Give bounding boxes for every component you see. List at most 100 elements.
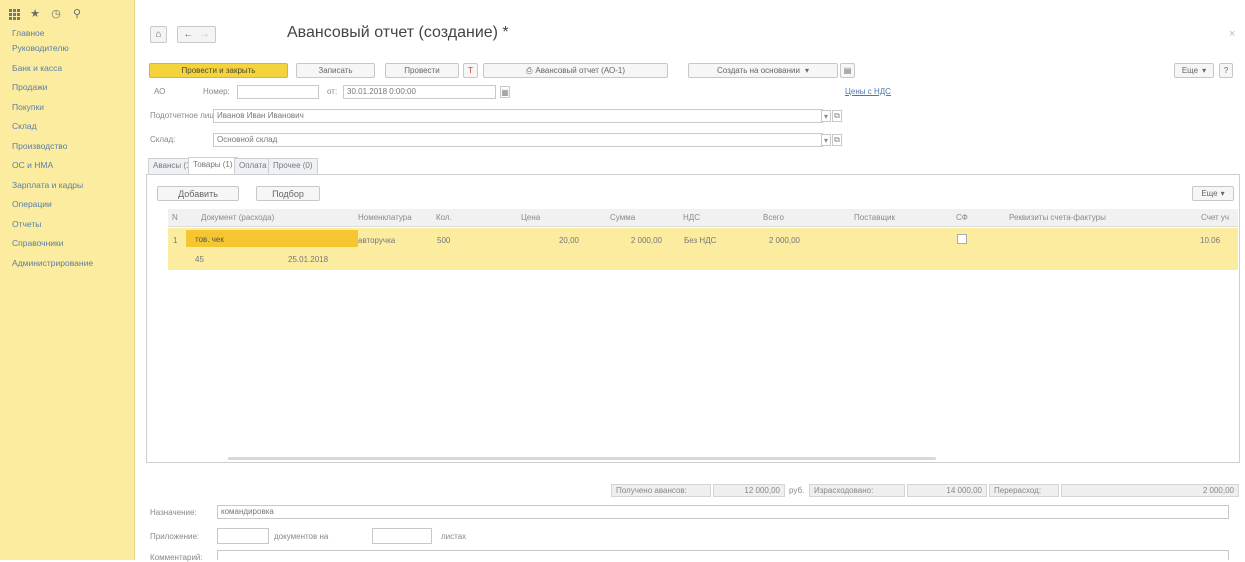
overspent-value: 2 000,00 [1061, 484, 1239, 497]
attachment-sheets-field[interactable] [372, 528, 432, 544]
person-label: Подотчетное лицо: [150, 111, 221, 120]
row-sum[interactable]: 2 000,00 [612, 236, 662, 245]
invoice-checkbox[interactable] [957, 234, 967, 244]
horizontal-scrollbar[interactable] [228, 457, 936, 460]
sidebar-item-salary-hr[interactable]: Зарплата и кадры [12, 176, 134, 196]
comment-field[interactable] [217, 550, 1229, 560]
forward-arrow-icon[interactable]: → [200, 29, 210, 40]
received-value: 12 000,00 [713, 484, 785, 497]
sidebar-item-sales[interactable]: Продажи [12, 78, 134, 98]
structure-button[interactable]: ▤ [840, 63, 855, 78]
create-based-on-label: Создать на основании [716, 66, 800, 75]
back-arrow-icon[interactable]: ← [184, 29, 194, 40]
sidebar-item-fixed-assets[interactable]: ОС и НМА [12, 156, 134, 176]
pick-button[interactable]: Подбор [256, 186, 320, 201]
print-ao1-button[interactable]: ⎙ Авансовый отчет (АО-1) [483, 63, 668, 78]
menu-grid-icon[interactable] [8, 8, 20, 20]
sidebar-item-production[interactable]: Производство [12, 137, 134, 157]
col-total[interactable]: Всего [763, 213, 784, 222]
row-number: 1 [173, 236, 178, 245]
more-button[interactable]: Еще ▾ [1174, 63, 1214, 78]
tab-other[interactable]: Прочее (0) [268, 158, 318, 174]
sidebar-item-warehouse[interactable]: Склад [12, 117, 134, 137]
dt-kt-icon: Т [468, 66, 473, 75]
person-dropdown-icon[interactable]: ▾ [821, 110, 831, 122]
table-header: N Документ (расхода) Номенклатура Кол. Ц… [168, 209, 1238, 227]
row-item[interactable]: авторучка [358, 236, 395, 245]
tab-payment[interactable]: Оплата [234, 158, 272, 174]
warehouse-dropdown-icon[interactable]: ▾ [821, 134, 831, 146]
search-icon[interactable]: ⚲ [71, 8, 83, 20]
row-doc-type[interactable]: тов. чек [195, 235, 224, 244]
chevron-down-icon: ▾ [1220, 189, 1225, 198]
home-icon: ⌂ [155, 29, 162, 40]
sidebar-item-administration[interactable]: Администрирование [12, 254, 134, 274]
spent-label: Израсходовано: [809, 484, 905, 497]
date-field[interactable]: 30.01.2018 0:00:00 [343, 85, 496, 99]
col-supplier[interactable]: Поставщик [854, 213, 895, 222]
row-doc-date[interactable]: 25.01.2018 [288, 255, 328, 264]
sidebar-item-main[interactable]: Главное [12, 27, 134, 39]
col-n[interactable]: N [172, 213, 178, 222]
col-sum[interactable]: Сумма [610, 213, 635, 222]
printer-icon: ⎙ [526, 65, 533, 75]
home-button[interactable]: ⌂ [150, 26, 167, 43]
post-and-close-button[interactable]: Провести и закрыть [149, 63, 288, 78]
favorites-star-icon[interactable]: ★ [29, 8, 41, 20]
comment-label: Комментарий: [150, 553, 203, 562]
sidebar-item-bank-cash[interactable]: Банк и касса [12, 59, 134, 79]
col-item[interactable]: Номенклатура [358, 213, 412, 222]
add-button[interactable]: Добавить [157, 186, 239, 201]
person-open-icon[interactable]: ⧉ [832, 110, 842, 122]
col-account[interactable]: Счет уч [1201, 213, 1229, 222]
navigation-buttons: ← → [177, 26, 216, 43]
number-field[interactable] [237, 85, 319, 99]
sidebar-item-reports[interactable]: Отчеты [12, 215, 134, 235]
spent-value: 14 000,00 [907, 484, 987, 497]
row-doc-number[interactable]: 45 [195, 255, 204, 264]
person-field[interactable]: Иванов Иван Иванович [213, 109, 823, 123]
number-label: Номер: [203, 87, 230, 96]
attachment-label: Приложение: [150, 532, 200, 541]
create-based-on-button[interactable]: Создать на основании ▾ [688, 63, 838, 78]
currency-label: руб. [789, 486, 805, 495]
chevron-down-icon: ▾ [804, 66, 809, 75]
col-document[interactable]: Документ (расхода) [201, 213, 274, 222]
structure-icon: ▤ [843, 66, 852, 75]
sheets-label: листах [441, 532, 467, 541]
prices-with-vat-link[interactable]: Цены с НДС [845, 87, 891, 96]
warehouse-open-icon[interactable]: ⧉ [832, 134, 842, 146]
row-price[interactable]: 20,00 [539, 236, 579, 245]
print-ao1-label: Авансовый отчет (АО-1) [535, 66, 625, 75]
help-button[interactable]: ? [1219, 63, 1233, 78]
number-prefix: АО [154, 87, 166, 96]
warehouse-field[interactable]: Основной склад [213, 133, 823, 147]
sidebar-item-manager[interactable]: Руководителю [12, 39, 134, 59]
more-label: Еще [1181, 66, 1199, 75]
sidebar-item-purchases[interactable]: Покупки [12, 98, 134, 118]
postings-button[interactable]: Т [463, 63, 478, 78]
col-invoice[interactable]: СФ [956, 213, 968, 222]
attachment-docs-field[interactable] [217, 528, 269, 544]
overspent-label: Перерасход: [989, 484, 1059, 497]
sidebar-item-operations[interactable]: Операции [12, 195, 134, 215]
calendar-icon[interactable]: ▦ [500, 86, 510, 98]
col-invoice-details[interactable]: Реквизиты счета-фактуры [1009, 213, 1106, 222]
save-button[interactable]: Записать [296, 63, 375, 78]
row-account[interactable]: 10.06 [1200, 236, 1220, 245]
row-total[interactable]: 2 000,00 [750, 236, 800, 245]
close-icon[interactable]: × [1229, 28, 1235, 40]
history-clock-icon[interactable]: ◷ [50, 8, 62, 20]
row-vat[interactable]: Без НДС [684, 236, 716, 245]
docs-on-label: документов на [274, 532, 329, 541]
col-price[interactable]: Цена [521, 213, 540, 222]
purpose-field[interactable]: командировка [217, 505, 1229, 519]
table-more-button[interactable]: Еще ▾ [1192, 186, 1234, 201]
tab-goods[interactable]: Товары (1) [188, 157, 238, 174]
row-qty[interactable]: 500 [437, 236, 450, 245]
warehouse-label: Склад: [150, 135, 176, 144]
col-vat[interactable]: НДС [683, 213, 700, 222]
post-button[interactable]: Провести [385, 63, 459, 78]
col-qty[interactable]: Кол. [436, 213, 452, 222]
sidebar-item-directories[interactable]: Справочники [12, 234, 134, 254]
